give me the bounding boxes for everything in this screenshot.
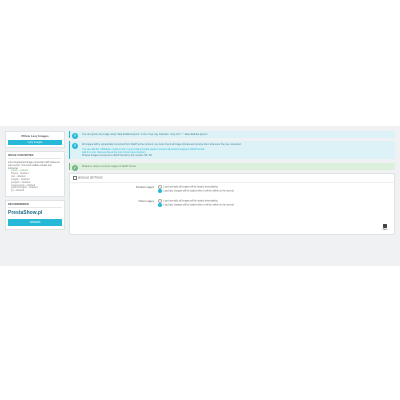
logo-main: PrestaShow	[8, 210, 37, 217]
app-window: Pillow Lazy Images Lazy Images IMAGE CON…	[0, 126, 400, 266]
gear-icon	[73, 176, 77, 180]
product-images-label: Product images	[135, 186, 154, 189]
save-icon	[383, 224, 387, 228]
product-images-lazy-option[interactable]: Load lazy (images will be loaded when it…	[158, 189, 234, 193]
alert-text: You can ignore any image using "data-dis…	[82, 133, 208, 136]
alert-text: All images will be dynamically converted…	[82, 143, 242, 146]
image-converter-description: List of supported image converters with …	[8, 161, 60, 170]
success-alert: ✓ Module is ready to convert images to W…	[69, 163, 395, 171]
check-icon: ✓	[72, 165, 78, 171]
prestashow-logo[interactable]: PrestaShow.pl	[8, 210, 62, 216]
radio-button[interactable]	[158, 189, 162, 193]
settings-heading: MODULE SETTINGS	[70, 174, 394, 183]
image-converter-heading: IMAGE CONVERTER	[8, 154, 62, 159]
converter-list: vwebp - enabled ffmpeg - disabled cwp - …	[11, 170, 62, 193]
other-images-lazy-option[interactable]: Load lazy (images will be loaded when it…	[158, 203, 234, 207]
other-images-label: Other images	[138, 200, 154, 203]
recommended-heading: RECOMMENDED	[8, 203, 62, 209]
tab-lazy-images[interactable]: Lazy Images	[8, 140, 62, 145]
main-content: ? You can ignore any image using "data-d…	[69, 131, 395, 235]
question-icon: ?	[72, 133, 78, 139]
radio-button[interactable]	[158, 203, 162, 207]
image-converter-panel: IMAGE CONVERTER List of supported image …	[5, 151, 65, 198]
sidebar: Pillow Lazy Images Lazy Images IMAGE CON…	[5, 131, 65, 231]
orders-button[interactable]: ORDERS	[8, 219, 62, 227]
alert-text: Module is ready to convert images to Web…	[82, 165, 137, 168]
question-icon: ?	[72, 143, 78, 149]
save-button[interactable]: Save	[380, 224, 390, 231]
recommended-panel: RECOMMENDED PrestaShow.pl ORDERS	[5, 200, 65, 231]
info-alert: ? You can ignore any image using "data-d…	[69, 131, 395, 139]
logo-tld: .pl	[36, 210, 43, 217]
settings-form: MODULE SETTINGS Product images Load norm…	[69, 173, 395, 235]
module-panel: Pillow Lazy Images Lazy Images	[5, 131, 65, 148]
list-item: gd - disabled	[11, 190, 25, 193]
alert-line: Product images converted to WebP format …	[82, 154, 152, 157]
info-alert: ? All images will be dynamically convert…	[69, 141, 395, 159]
module-title: Pillow Lazy Images	[21, 134, 49, 138]
